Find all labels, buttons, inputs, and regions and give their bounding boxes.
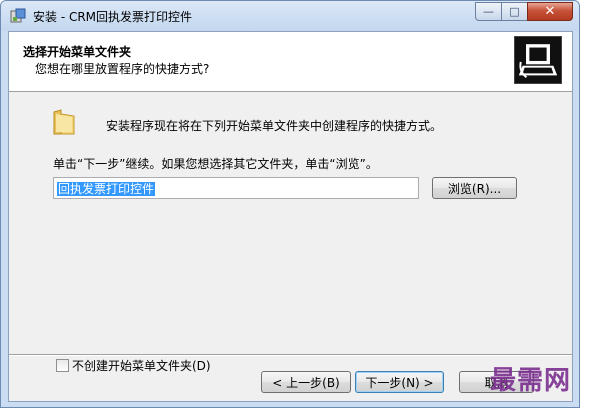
computer-setup-icon: [514, 36, 562, 84]
footer-separator: [9, 354, 572, 356]
next-button[interactable]: 下一步(N) >: [355, 371, 444, 393]
folder-icon: [53, 109, 75, 135]
wizard-body: 安装程序现在将在下列开始菜单文件夹中创建程序的快捷方式。 单击“下一步”继续。如…: [9, 92, 572, 373]
no-folder-checkbox-label: 不创建开始菜单文件夹(D): [72, 359, 211, 373]
caption-buttons: — □ ✕: [475, 2, 573, 22]
instruction-text: 单击“下一步”继续。如果您想选择其它文件夹，单击“浏览”。: [53, 157, 378, 171]
browse-button[interactable]: 浏览(R)...: [432, 177, 517, 199]
no-folder-checkbox[interactable]: [56, 359, 69, 372]
title-bar[interactable]: 安装 - CRM回执发票打印控件 — □ ✕: [1, 1, 579, 31]
close-icon: ✕: [544, 4, 556, 19]
start-menu-folder-input[interactable]: 回执发票打印控件: [53, 177, 419, 199]
folder-input-value: 回执发票打印控件: [57, 182, 156, 196]
page-subtitle: 您想在哪里放置程序的快捷方式?: [35, 62, 210, 76]
no-folder-option[interactable]: 不创建开始菜单文件夹(D): [56, 357, 211, 374]
wizard-header: 选择开始菜单文件夹 您想在哪里放置程序的快捷方式?: [9, 32, 572, 92]
installer-icon: [10, 8, 26, 23]
close-button[interactable]: ✕: [527, 2, 573, 21]
minimize-button[interactable]: —: [475, 2, 501, 21]
back-button[interactable]: < 上一步(B): [261, 371, 351, 393]
minimize-icon: —: [483, 5, 494, 18]
maximize-icon: □: [509, 5, 520, 18]
window-title: 安装 - CRM回执发票打印控件: [33, 10, 193, 24]
site-watermark: 最需网: [490, 366, 572, 396]
wizard-client-area: 选择开始菜单文件夹 您想在哪里放置程序的快捷方式? 安装程序现在将在下列开始菜单…: [8, 31, 573, 402]
page-title: 选择开始菜单文件夹: [23, 45, 132, 59]
intro-text: 安装程序现在将在下列开始菜单文件夹中创建程序的快捷方式。: [106, 119, 443, 133]
installer-window: 安装 - CRM回执发票打印控件 — □ ✕ 选择开始菜单文件夹 您想在哪里放置…: [0, 0, 580, 408]
maximize-button[interactable]: □: [501, 2, 527, 21]
